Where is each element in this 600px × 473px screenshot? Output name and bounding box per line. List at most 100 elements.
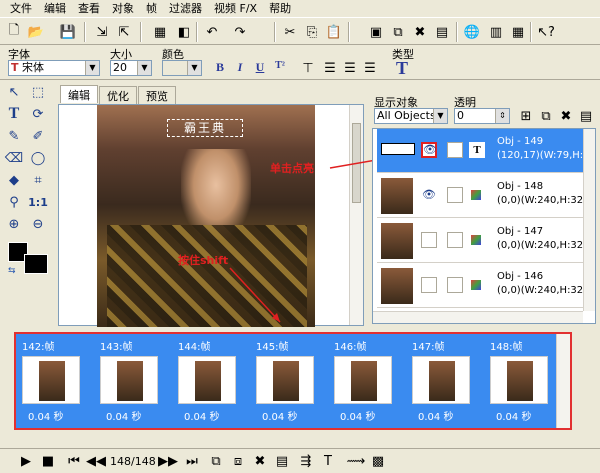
stop-icon[interactable]: ■	[38, 451, 58, 471]
insert-frame-icon[interactable]: ⧉	[206, 451, 226, 471]
transparency-stepper[interactable]: 0 ⇕	[454, 108, 510, 124]
text-banner-icon[interactable]: T	[318, 451, 338, 471]
frame-cell[interactable]: 146:帧 0.04 秒	[330, 338, 406, 424]
tween-icon[interactable]: ⇶	[296, 451, 316, 471]
visibility-toggle[interactable]	[421, 277, 437, 293]
crop-icon[interactable]: ⌗	[28, 170, 48, 190]
delete-object-icon[interactable]: ✖	[556, 106, 576, 126]
lock-toggle[interactable]	[447, 232, 463, 248]
visibility-toggle[interactable]	[421, 232, 437, 248]
align-center-icon[interactable]: ☰	[340, 58, 360, 78]
object-row[interactable]: Obj - 146 (0,0)(W:240,H:32	[377, 264, 587, 308]
object-row[interactable]: 👁 Obj - 148 (0,0)(W:240,H:32	[377, 174, 587, 218]
actual-size-icon[interactable]: 1:1	[28, 192, 48, 212]
align-right-icon[interactable]: ☰	[360, 58, 380, 78]
paste-icon[interactable]: 📋	[324, 22, 344, 42]
underline-button[interactable]: U	[252, 60, 268, 76]
undo-icon[interactable]: ↶	[202, 22, 222, 42]
frame-delay[interactable]: 0.04 秒	[184, 408, 219, 423]
lock-toggle[interactable]	[447, 187, 463, 203]
frame-cell[interactable]: 145:帧 0.04 秒	[252, 338, 328, 424]
lasso-icon[interactable]: ◯	[28, 148, 48, 168]
frame-copy-icon[interactable]: ⧉	[388, 22, 408, 42]
zoom-out-icon[interactable]: ⊖	[28, 214, 48, 234]
italic-button[interactable]: I	[232, 60, 248, 76]
swap-colors-icon[interactable]: ⇆	[8, 266, 16, 276]
frame-props-icon[interactable]: ▤	[432, 22, 452, 42]
menu-object[interactable]: 对象	[106, 0, 140, 17]
frame-delay[interactable]: 0.04 秒	[496, 408, 531, 423]
new-file-icon[interactable]: 🗋	[4, 22, 24, 42]
frame-delay[interactable]: 0.04 秒	[28, 408, 63, 423]
frame-delay[interactable]: 0.04 秒	[418, 408, 453, 423]
text-type-icon[interactable]: T	[396, 58, 408, 79]
timeline-scrollbar[interactable]	[556, 334, 570, 428]
first-frame-icon[interactable]: ⏮	[64, 451, 84, 471]
visibility-eye-icon[interactable]: 👁	[421, 142, 437, 158]
menu-frame[interactable]: 帧	[140, 0, 163, 17]
frame-cell[interactable]: 142:帧 0.04 秒	[18, 338, 94, 424]
text-object-selection[interactable]: 霸王典	[167, 119, 243, 137]
frame-delay[interactable]: 0.04 秒	[106, 408, 141, 423]
menu-edit[interactable]: 编辑	[38, 0, 72, 17]
fill-icon[interactable]: ◆	[4, 170, 24, 190]
object-list-scrollbar[interactable]	[583, 129, 595, 311]
play-icon[interactable]: ▶	[16, 451, 36, 471]
tab-preview[interactable]: 预览	[138, 86, 176, 104]
export-icon[interactable]: ⇱	[114, 22, 134, 42]
save-icon[interactable]: 💾	[58, 22, 78, 42]
text-tool-icon[interactable]: T	[4, 104, 24, 124]
copy-icon[interactable]: ⎘	[302, 22, 322, 42]
frame-cell[interactable]: 143:帧 0.04 秒	[96, 338, 172, 424]
size-select[interactable]: 20 ▼	[110, 60, 152, 76]
prev-frame-icon[interactable]: ◀◀	[86, 451, 106, 471]
align-left-icon[interactable]: ☰	[320, 58, 340, 78]
transition-icon[interactable]: ⟿	[346, 451, 366, 471]
display-objects-select[interactable]: All Objects ▼	[374, 108, 448, 124]
help-pointer-icon[interactable]: ↖?	[536, 22, 556, 42]
next-frame-icon[interactable]: ▶▶	[158, 451, 178, 471]
brush-icon[interactable]: ✎	[4, 126, 24, 146]
object-row[interactable]: Obj - 147 (0,0)(W:240,H:32	[377, 219, 587, 263]
rotate-icon[interactable]: ⟳	[28, 104, 48, 124]
palette-icon[interactable]: ▦	[150, 22, 170, 42]
frame-cell[interactable]: 148:帧 0.04 秒	[486, 338, 562, 424]
menu-help[interactable]: 帮助	[263, 0, 297, 17]
duplicate-object-icon[interactable]: ⧉	[536, 106, 556, 126]
object-list-hscrollbar[interactable]	[373, 311, 583, 323]
bold-button[interactable]: B	[212, 60, 228, 76]
video-icon[interactable]: ▩	[368, 451, 388, 471]
paint-icon[interactable]: ✐	[28, 126, 48, 146]
eyedropper-icon[interactable]: ⚲	[4, 192, 24, 212]
delete-frame-icon[interactable]: ✖	[410, 22, 430, 42]
browser-icon[interactable]: 🌐	[462, 22, 482, 42]
frame-cell[interactable]: 144:帧 0.04 秒	[174, 338, 250, 424]
object-row[interactable]: 👁 T Obj - 149 (120,17)(W:79,H:	[377, 129, 587, 173]
frame-add-icon[interactable]: ▣	[366, 22, 386, 42]
frame-cell[interactable]: 147:帧 0.04 秒	[408, 338, 484, 424]
menu-file[interactable]: 文件	[4, 0, 38, 17]
color-picker[interactable]: ▼	[162, 60, 202, 76]
marquee-icon[interactable]: ⬚	[28, 82, 48, 102]
frame-delay[interactable]: 0.04 秒	[262, 408, 297, 423]
pointer-icon[interactable]: ↖	[4, 82, 24, 102]
menu-filter[interactable]: 过滤器	[163, 0, 208, 17]
menu-view[interactable]: 查看	[72, 0, 106, 17]
lock-toggle[interactable]	[447, 277, 463, 293]
delete-frame-icon[interactable]: ✖	[250, 451, 270, 471]
lock-toggle[interactable]	[447, 142, 463, 158]
frame-delay[interactable]: 0.04 秒	[340, 408, 375, 423]
menu-video-fx[interactable]: 视频 F/X	[208, 0, 263, 17]
last-frame-icon[interactable]: ⏭	[182, 451, 202, 471]
object-props-icon[interactable]: ▤	[576, 106, 596, 126]
eraser-icon[interactable]: ⌫	[4, 148, 24, 168]
outline-text-icon[interactable]: ⊤	[298, 58, 318, 78]
background-color-swatch[interactable]	[24, 254, 48, 274]
add-object-icon[interactable]: ⊞	[516, 106, 536, 126]
redo-icon[interactable]: ↷	[230, 22, 250, 42]
preview-icon[interactable]: ▦	[508, 22, 528, 42]
color-icon[interactable]: ◧	[174, 22, 194, 42]
font-select[interactable]: T 宋体 ▼	[8, 60, 100, 76]
tab-optimize[interactable]: 优化	[99, 86, 137, 104]
open-folder-icon[interactable]: 📂	[26, 22, 46, 42]
